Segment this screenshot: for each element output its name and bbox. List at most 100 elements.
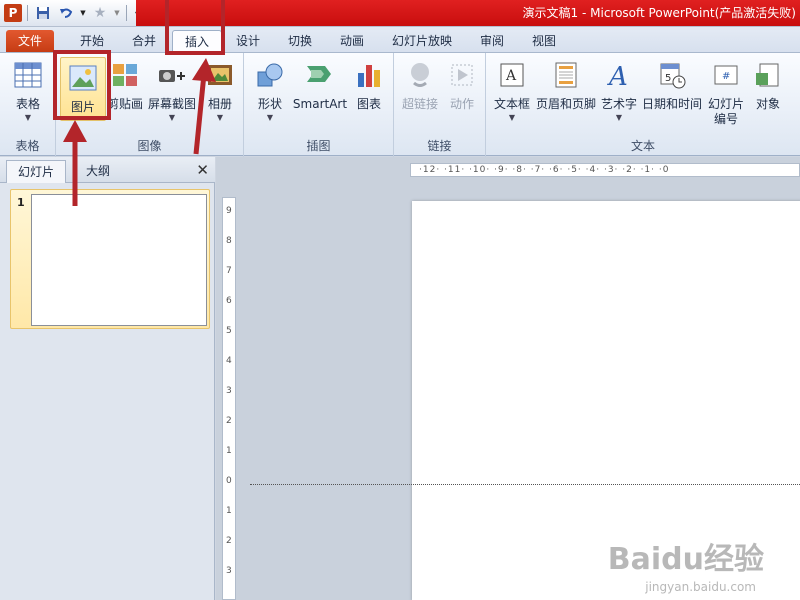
slide-number: 1 <box>17 196 25 209</box>
star-icon[interactable]: ★ <box>90 3 110 23</box>
clipart-label: 剪贴画 <box>106 97 143 111</box>
vertical-ruler-label: 6 <box>226 296 232 306</box>
svg-text:#: # <box>722 71 730 82</box>
vertical-ruler-label: 7 <box>226 266 232 276</box>
object-label: 对象 <box>755 97 780 111</box>
baidu-watermark: Baidu经验 <box>607 542 764 577</box>
toolbar-separator <box>126 5 127 21</box>
slide-number-icon: # <box>711 59 741 91</box>
chart-label: 图表 <box>356 97 381 111</box>
hyperlink-button[interactable]: 超链接 <box>398 55 442 112</box>
datetime-icon: 5 <box>657 59 687 91</box>
table-label: 表格 <box>15 97 40 111</box>
ribbon: 表格 ▼ 表格 图片 剪贴画 屏幕截图 ▼ 相册 ▼ 图像 形状 ▼ Smart… <box>0 52 800 157</box>
powerpoint-logo-icon[interactable]: P <box>4 4 22 22</box>
vertical-ruler-label: 4 <box>226 356 232 366</box>
clipart-button[interactable]: 剪贴画 <box>106 55 144 112</box>
undo-icon[interactable] <box>56 3 76 23</box>
vertical-ruler-label: 1 <box>226 446 232 456</box>
vertical-ruler-label: 0 <box>226 476 232 486</box>
shapes-button[interactable]: 形状 ▼ <box>248 55 292 122</box>
quick-access-toolbar: P ▼ ★ ▼ ▾ <box>4 3 142 23</box>
tab-merge[interactable]: 合并 <box>120 30 168 52</box>
chevron-down-icon: ▼ <box>508 113 516 122</box>
tab-transitions[interactable]: 切换 <box>276 30 324 52</box>
slides-pane: 幻灯片 大纲 ✕ 1 <box>0 157 215 600</box>
tab-view[interactable]: 视图 <box>520 30 568 52</box>
action-label: 动作 <box>449 97 474 111</box>
object-button[interactable]: 对象 <box>748 55 788 112</box>
hyperlink-icon <box>405 59 435 91</box>
group-illustrations: 形状 ▼ SmartArt 图表 插图 <box>244 53 394 157</box>
slide-number-button[interactable]: # 幻灯片 编号 <box>704 55 748 127</box>
datetime-label: 日期和时间 <box>641 97 702 111</box>
chevron-down-icon: ▼ <box>266 113 274 122</box>
header-footer-label: 页眉和页脚 <box>535 97 596 111</box>
vertical-ruler-label: 1 <box>226 506 232 516</box>
datetime-button[interactable]: 5 日期和时间 <box>640 55 704 112</box>
chevron-down-icon: ▼ <box>615 113 623 122</box>
group-tables: 表格 ▼ 表格 <box>0 53 56 157</box>
title-bar: P ▼ ★ ▼ ▾ 演示文稿1 - Microsoft PowerPoint(产… <box>0 0 800 27</box>
svg-text:A: A <box>607 62 628 89</box>
header-footer-button[interactable]: 页眉和页脚 <box>534 55 598 112</box>
tab-home[interactable]: 开始 <box>66 30 118 52</box>
tab-review[interactable]: 审阅 <box>468 30 516 52</box>
pane-tabs: 幻灯片 大纲 ✕ <box>0 157 215 183</box>
chevron-down-icon: ▼ <box>168 113 176 122</box>
slide-thumbnail-item[interactable]: 1 <box>10 189 210 329</box>
textbox-button[interactable]: A 文本框 ▼ <box>490 55 534 122</box>
vertical-ruler-label: 3 <box>226 386 232 396</box>
tab-file[interactable]: 文件 <box>6 30 54 52</box>
header-footer-icon <box>551 59 581 91</box>
svg-text:5: 5 <box>665 73 671 84</box>
action-button[interactable]: 动作 <box>442 55 482 112</box>
vertical-ruler-label: 5 <box>226 326 232 336</box>
vertical-ruler: 9 8 7 6 5 4 3 2 1 0 1 2 3 <box>222 197 236 600</box>
horizontal-guide[interactable] <box>250 484 800 485</box>
chevron-down-icon: ▼ <box>24 113 32 122</box>
powerpoint-window: P ▼ ★ ▼ ▾ 演示文稿1 - Microsoft PowerPoint(产… <box>0 0 800 600</box>
textbox-label: 文本框 <box>493 97 530 111</box>
group-label-text: 文本 <box>630 139 655 153</box>
chart-button[interactable]: 图表 <box>348 55 390 112</box>
action-icon <box>447 59 477 91</box>
save-icon[interactable] <box>33 3 53 23</box>
chart-icon <box>354 59 384 91</box>
annotation-box-picture <box>53 50 111 120</box>
close-icon[interactable]: ✕ <box>196 161 209 179</box>
smartart-button[interactable]: SmartArt <box>292 55 348 112</box>
wordart-icon: A <box>604 59 634 91</box>
table-icon <box>13 59 43 91</box>
vertical-ruler-label: 9 <box>226 206 232 216</box>
title-highlight: 演示文稿1 - Microsoft PowerPoint(产品激活失败) <box>136 0 800 26</box>
star-dropdown-icon[interactable]: ▼ <box>113 3 121 23</box>
svg-text:A: A <box>505 68 517 84</box>
group-label-tables: 表格 <box>15 139 40 153</box>
toolbar-separator <box>27 5 28 21</box>
hyperlink-label: 超链接 <box>401 97 438 111</box>
shapes-label: 形状 <box>257 97 282 111</box>
tab-design[interactable]: 设计 <box>224 30 272 52</box>
vertical-ruler-label: 8 <box>226 236 232 246</box>
wordart-button[interactable]: A 艺术字 ▼ <box>598 55 640 122</box>
window-title: 演示文稿1 - Microsoft PowerPoint(产品激活失败) <box>522 6 796 20</box>
group-label-links: 链接 <box>427 139 452 153</box>
tab-animations[interactable]: 动画 <box>328 30 376 52</box>
clipart-icon <box>110 59 140 91</box>
wordart-label: 艺术字 <box>600 97 637 111</box>
undo-dropdown-icon[interactable]: ▼ <box>79 3 87 23</box>
smartart-icon <box>305 59 335 91</box>
object-icon <box>753 59 783 91</box>
annotation-arrow-up-icon <box>192 58 216 155</box>
slide-thumbnail[interactable] <box>31 194 207 326</box>
table-button[interactable]: 表格 ▼ <box>4 55 52 122</box>
tab-slides[interactable]: 幻灯片 <box>6 160 66 183</box>
annotation-box-insert-tab <box>165 0 225 55</box>
smartart-label: SmartArt <box>292 97 348 111</box>
textbox-icon: A <box>497 59 527 91</box>
tab-slideshow[interactable]: 幻灯片放映 <box>384 30 460 52</box>
vertical-ruler-label: 2 <box>226 536 232 546</box>
ribbon-tab-row: 文件 开始 合并 插入 设计 切换 动画 幻灯片放映 审阅 视图 <box>0 27 800 52</box>
horizontal-ruler: ·12· ·11· ·10· ·9· ·8· ·7· ·6· ·5· ·4· ·… <box>410 163 800 177</box>
